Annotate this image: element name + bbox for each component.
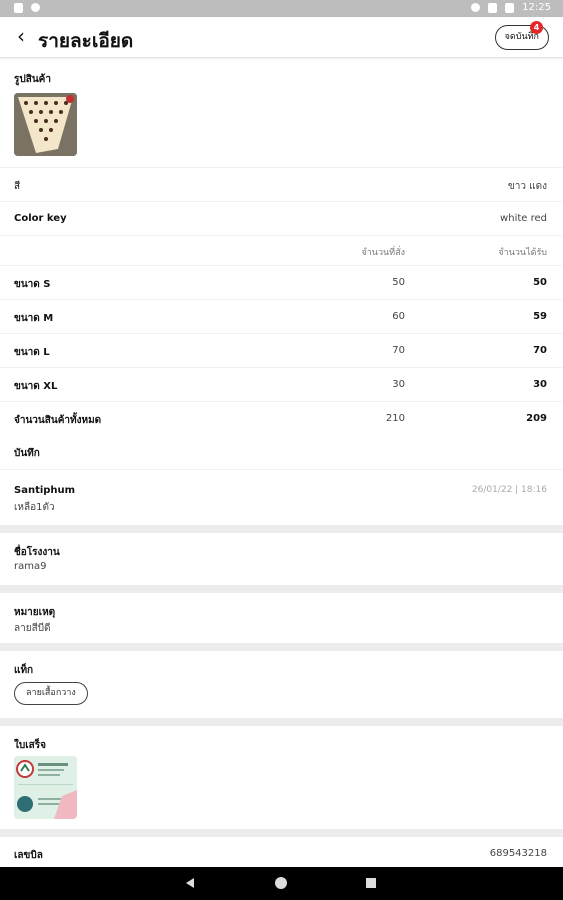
- product-photo-label: รูปสินค้า: [14, 74, 51, 85]
- product-photo[interactable]: [14, 93, 77, 156]
- ordered-column-header: จำนวนที่สั่ง: [361, 248, 405, 258]
- ordered-qty: 30: [392, 379, 405, 390]
- total-label: จำนวนสินค้าทั้งหมด: [14, 415, 102, 426]
- color-label: สี: [14, 181, 21, 192]
- color-value: ขาว แดง: [507, 181, 547, 192]
- back-arrow-icon[interactable]: ‹: [10, 26, 32, 48]
- tags-section: แท็ก ลายเสื้อกวาง: [0, 651, 563, 718]
- tags-label: แท็ก: [14, 665, 34, 676]
- size-row-l: ขนาด L 70 70: [0, 333, 563, 367]
- factory-value: rama9: [14, 561, 47, 572]
- bill-label: เลขบิล: [14, 850, 43, 861]
- bill-number: 689543218: [489, 848, 547, 859]
- page-title: รายละเอียด: [38, 30, 134, 52]
- section-divider: [0, 718, 563, 726]
- invoice-label: ใบเสร็จ: [14, 740, 46, 751]
- total-ordered: 210: [385, 413, 405, 424]
- sync-icon: [31, 3, 40, 12]
- ordered-qty: 50: [392, 277, 405, 288]
- tag-chip[interactable]: ลายเสื้อกวาง: [14, 682, 88, 705]
- status-time: 12:25: [522, 2, 551, 13]
- remark-value: ลายสีบีดี: [14, 623, 51, 634]
- take-note-button[interactable]: จดบันทึก 4: [494, 21, 549, 50]
- section-divider: [0, 525, 563, 533]
- battery-icon: [505, 2, 515, 13]
- section-divider: [0, 829, 563, 837]
- app-bar: ‹ รายละเอียด จดบันทึก 4: [0, 17, 563, 58]
- system-nav-bar: [0, 867, 563, 900]
- received-qty: 50: [533, 277, 547, 288]
- invoice-section: ใบเสร็จ: [0, 726, 563, 829]
- received-qty: 30: [533, 379, 547, 390]
- size-row-s: ขนาด S 50 50: [0, 265, 563, 299]
- received-qty: 59: [533, 311, 547, 322]
- section-divider: [0, 643, 563, 651]
- nav-home-icon[interactable]: [275, 877, 287, 889]
- size-label: ขนาด XL: [14, 381, 58, 392]
- signal-icon: [488, 2, 498, 13]
- size-table-header: จำนวนที่สั่ง จำนวนได้รับ: [0, 235, 563, 265]
- total-row: จำนวนสินค้าทั้งหมด 210 209: [0, 401, 563, 435]
- receipt-image: [14, 756, 77, 819]
- note-message: เหลือ1ตัว: [14, 502, 55, 513]
- wifi-icon: [471, 3, 481, 12]
- size-row-m: ขนาด M 60 59: [0, 299, 563, 333]
- color-key-row: Color key white red: [0, 201, 563, 235]
- note-item[interactable]: Santiphum 26/01/22 | 18:16 เหลือ1ตัว: [0, 469, 563, 525]
- factory-label: ชื่อโรงงาน: [14, 547, 60, 558]
- ordered-qty: 70: [392, 345, 405, 356]
- color-row: สี ขาว แดง: [0, 167, 563, 201]
- shirt-pattern-image: [14, 93, 77, 156]
- product-photo-section: รูปสินค้า: [0, 59, 563, 167]
- note-count-badge: 4: [530, 21, 543, 34]
- received-column-header: จำนวนได้รับ: [498, 248, 547, 258]
- received-qty: 70: [533, 345, 547, 356]
- factory-section: ชื่อโรงงาน rama9: [0, 533, 563, 585]
- color-key-label: Color key: [14, 213, 67, 224]
- notes-header: บันทึก: [0, 435, 563, 469]
- note-timestamp: 26/01/22 | 18:16: [471, 485, 547, 495]
- remark-label: หมายเหตุ: [14, 607, 56, 618]
- size-row-xl: ขนาด XL 30 30: [0, 367, 563, 401]
- notification-icon: [14, 3, 23, 13]
- notes-title: บันทึก: [14, 448, 40, 459]
- detail-content: รูปสินค้า สี ขาว แดง Color key white red: [0, 59, 563, 873]
- total-received: 209: [526, 413, 547, 424]
- nav-back-icon[interactable]: [186, 878, 194, 888]
- status-bar: 12:25: [0, 0, 563, 17]
- ordered-qty: 60: [392, 311, 405, 322]
- invoice-image[interactable]: [14, 756, 77, 819]
- nav-recents-icon[interactable]: [366, 878, 376, 888]
- size-label: ขนาด M: [14, 313, 54, 324]
- remark-section: หมายเหตุ ลายสีบีดี: [0, 593, 563, 643]
- size-label: ขนาด S: [14, 279, 51, 290]
- section-divider: [0, 585, 563, 593]
- color-key-value: white red: [500, 213, 547, 224]
- size-label: ขนาด L: [14, 347, 50, 358]
- note-author: Santiphum: [14, 485, 76, 496]
